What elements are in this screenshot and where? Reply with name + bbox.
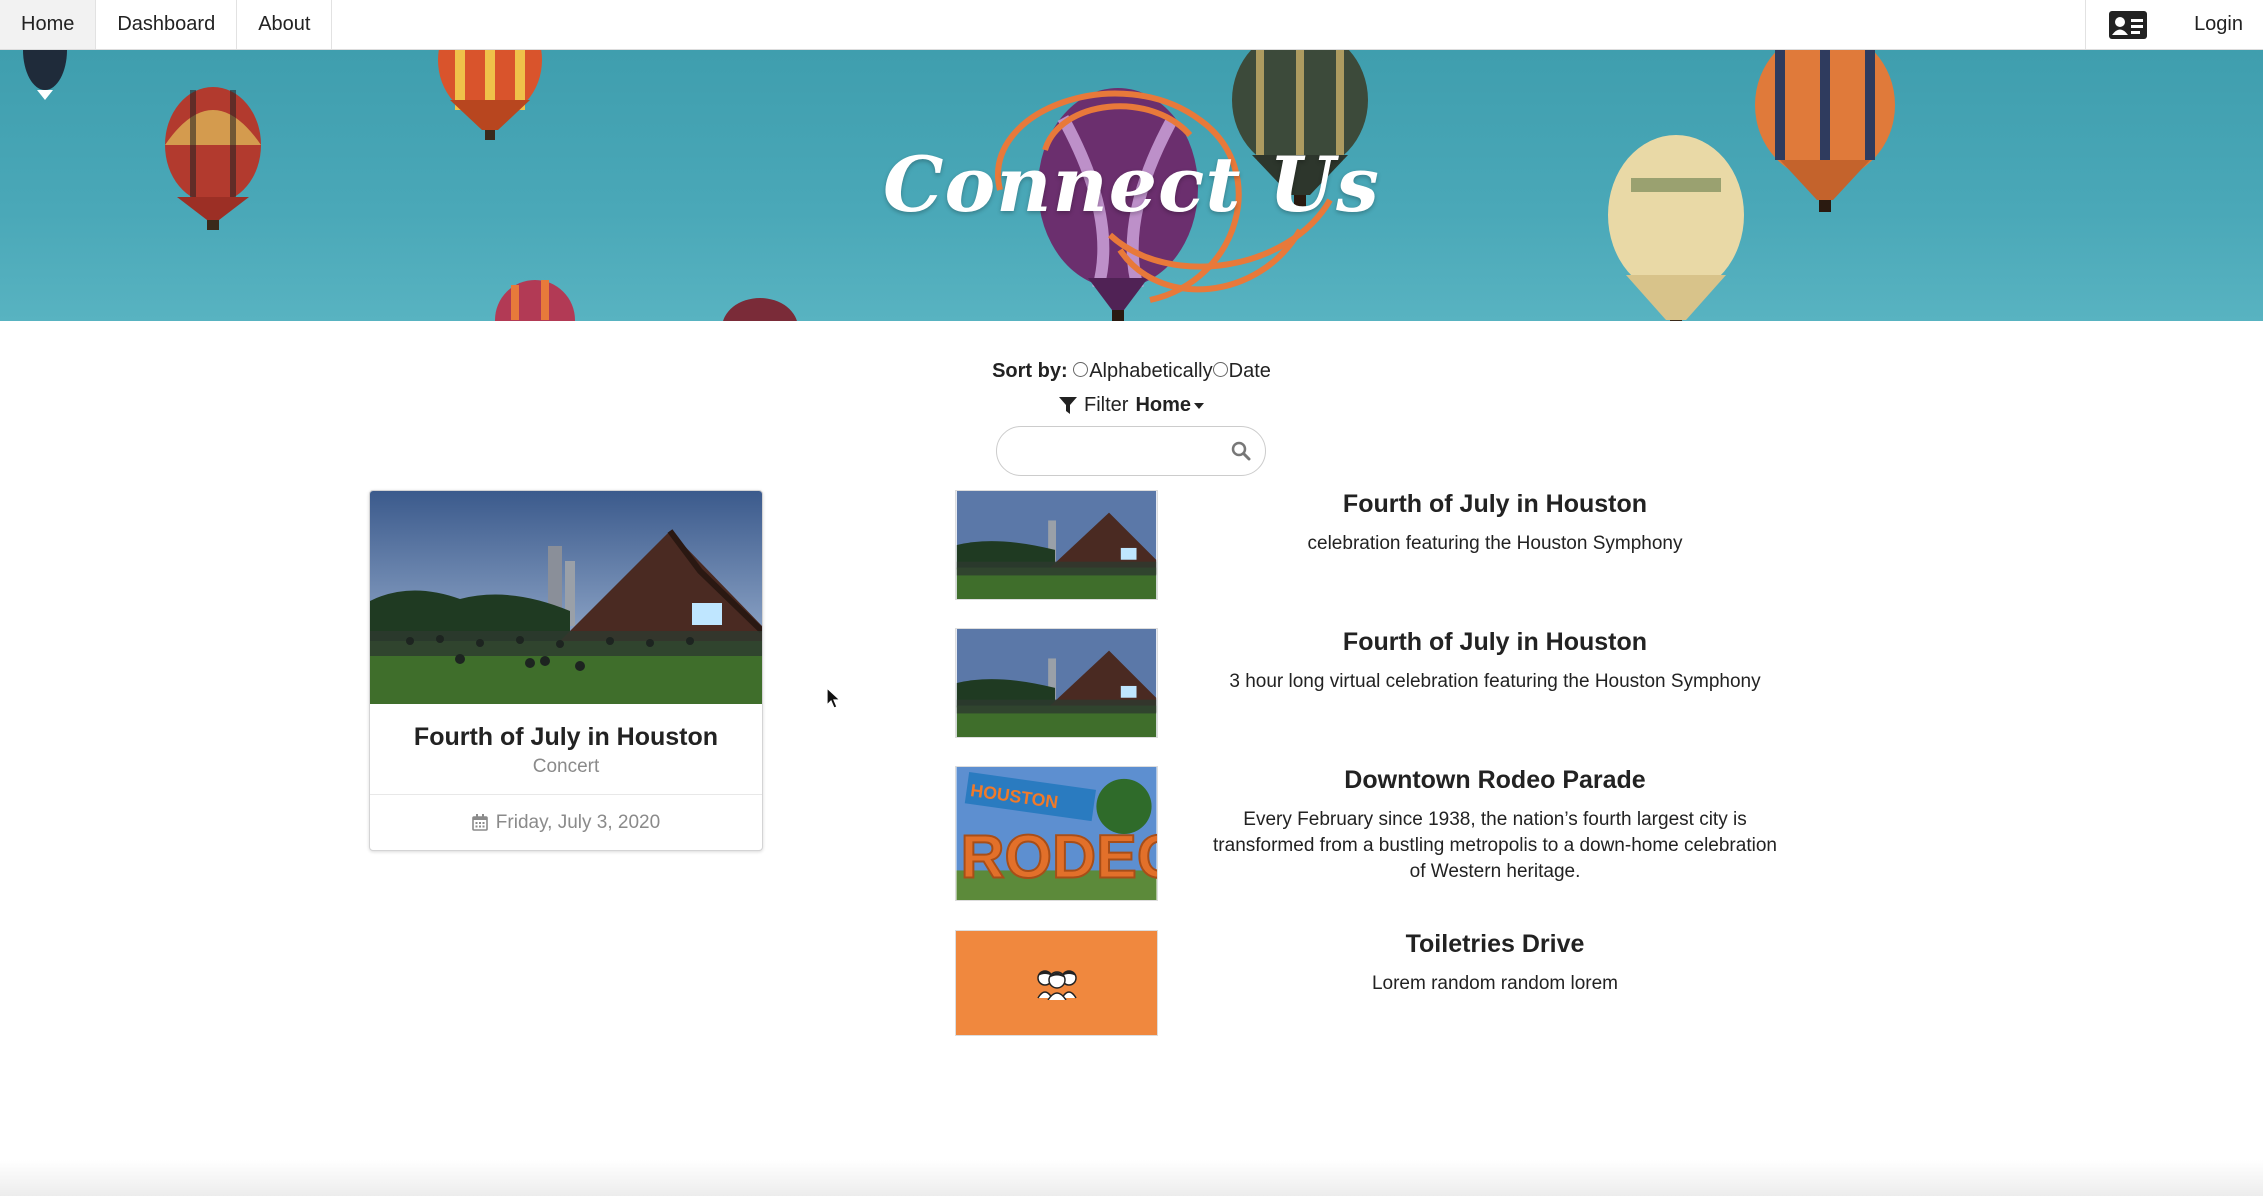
people-group-icon — [1036, 970, 1077, 1000]
featured-title: Fourth of July in Houston — [413, 723, 719, 751]
event-text: Fourth of July in Houston 3 hour long vi… — [1205, 628, 1785, 695]
event-description: celebration featuring the Houston Sympho… — [1307, 533, 1683, 554]
event-description: Lorem random random lorem — [1371, 973, 1619, 994]
search-input[interactable] — [1015, 437, 1215, 467]
event-list-item[interactable]: HOUSTON RODEO Downtown Rodeo Parade Ever… — [955, 766, 1885, 903]
featured-category: Concert — [532, 756, 600, 777]
sort-controls: Sort by: Alphabetically Date — [0, 360, 2263, 383]
filter-control: Filter Home — [0, 394, 2263, 421]
balloon — [723, 298, 797, 321]
page-bottom-shadow — [0, 1160, 2263, 1196]
event-title: Fourth of July in Houston — [1342, 628, 1648, 656]
event-title: Downtown Rodeo Parade — [1344, 766, 1646, 794]
concert-lawn-photo — [955, 628, 1158, 738]
rodeo-sign-text: RODEO — [960, 822, 1158, 890]
top-navbar: Home Dashboard About Login — [0, 0, 2263, 50]
event-description: 3 hour long virtual celebration featurin… — [1229, 671, 1761, 692]
nav-home[interactable]: Home — [0, 0, 97, 49]
event-title: Toiletries Drive — [1405, 930, 1585, 958]
concert-lawn-photo — [955, 490, 1158, 600]
rodeo-sign-photo: HOUSTON RODEO — [955, 766, 1158, 901]
event-thumbnail — [955, 930, 1158, 1036]
filter-dropdown[interactable]: Filter Home — [1058, 394, 1205, 417]
filter-value: Home — [1135, 394, 1192, 416]
nav-right: Login — [2085, 0, 2263, 49]
login-link[interactable]: Login — [2169, 0, 2263, 49]
balloon — [438, 50, 542, 140]
chevron-down-icon — [1194, 402, 1205, 409]
filter-icon — [1058, 396, 1077, 414]
search-icon[interactable] — [1231, 441, 1251, 461]
balloon — [495, 280, 575, 321]
event-title: Fourth of July in Houston — [1342, 490, 1648, 518]
featured-date: Friday, July 3, 2020 — [495, 811, 661, 833]
sort-radio-date[interactable] — [1212, 362, 1228, 377]
hero-banner: Connect Us — [0, 50, 2263, 321]
search-box — [996, 426, 1266, 476]
filter-label: Filter — [1083, 394, 1129, 416]
event-text: Downtown Rodeo Parade Every February sin… — [1205, 766, 1785, 885]
sort-radio-alphabetically[interactable] — [1073, 362, 1089, 377]
calendar-icon — [471, 814, 488, 831]
event-list-item[interactable]: Toiletries Drive Lorem random random lor… — [955, 930, 1885, 1037]
mouse-cursor-icon — [826, 687, 842, 709]
id-card-icon[interactable] — [2085, 0, 2169, 49]
event-description: Every February since 1938, the nation’s … — [1213, 809, 1777, 882]
nav-about[interactable]: About — [237, 0, 333, 49]
event-text: Fourth of July in Houston celebration fe… — [1205, 490, 1785, 557]
event-list-item[interactable]: Fourth of July in Houston celebration fe… — [955, 490, 1885, 602]
hero-title: Connect Us — [883, 140, 1380, 229]
nav-dashboard[interactable]: Dashboard — [96, 0, 238, 49]
featured-event-card[interactable]: Fourth of July in Houston Concert Friday… — [369, 490, 763, 851]
balloon — [23, 50, 67, 100]
sort-label: Sort by: — [992, 360, 1068, 382]
event-text: Toiletries Drive Lorem random random lor… — [1205, 930, 1785, 997]
sort-option-alphabetically[interactable]: Alphabetically — [1089, 360, 1212, 382]
sort-option-date[interactable]: Date — [1229, 360, 1271, 382]
featured-date-row: Friday, July 3, 2020 — [370, 794, 762, 850]
event-list-item[interactable]: Fourth of July in Houston 3 hour long vi… — [955, 628, 1885, 740]
concert-lawn-photo — [370, 491, 762, 704]
